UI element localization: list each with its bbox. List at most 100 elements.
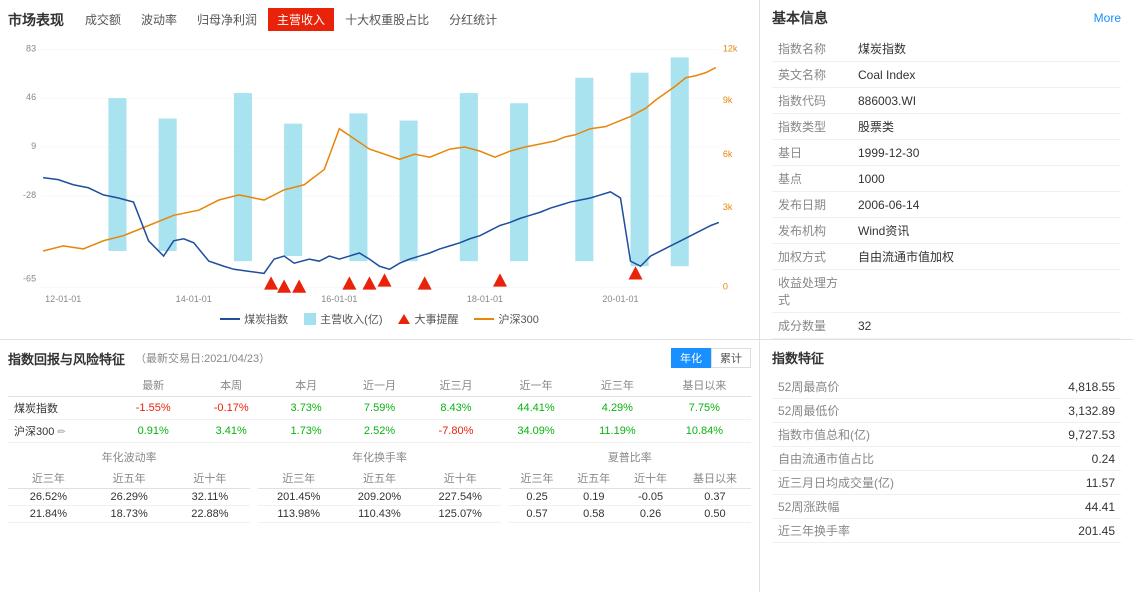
features-label: 52周最高价 [772, 375, 1011, 399]
features-label: 指数市值总和(亿) [772, 423, 1011, 447]
features-title: 指数特征 [772, 348, 1121, 367]
returns-cell: -7.80% [417, 420, 495, 443]
info-label: 成分数量 [772, 313, 852, 339]
returns-name: 沪深300 ✏ [8, 420, 114, 443]
tab-item-4[interactable]: 十大权重股占比 [336, 8, 438, 31]
vol-cell: 22.88% [170, 506, 251, 523]
legend-line-blue [220, 318, 240, 320]
toggle-cumul[interactable]: 累计 [711, 348, 751, 368]
returns-panel: 指数回报与风险特征 （最新交易日:2021/04/23） 年化 累计 最新本周本… [0, 340, 760, 592]
sharpe-header: 近十年 [622, 468, 679, 489]
legend-label-revenue: 主营收入(亿) [320, 311, 382, 327]
returns-row: 沪深300 ✏0.91%3.41%1.73%2.52%-7.80%34.09%1… [8, 420, 751, 443]
svg-text:9: 9 [31, 141, 36, 151]
features-value: 9,727.53 [1011, 423, 1121, 447]
sharpe-header: 近三年 [509, 468, 566, 489]
features-table: 52周最高价4,818.5552周最低价3,132.89指数市值总和(亿)9,7… [772, 375, 1121, 543]
info-label: 发布日期 [772, 192, 852, 218]
legend-revenue: 主营收入(亿) [304, 311, 382, 327]
returns-header-cell: 近三年 [577, 374, 658, 397]
info-label: 指数代码 [772, 88, 852, 114]
returns-header-cell [8, 374, 114, 397]
sharpe-cell: 0.26 [622, 506, 679, 523]
svg-text:14-01-01: 14-01-01 [176, 294, 212, 304]
turn-cell: 110.43% [339, 506, 420, 523]
vol-header: 近三年 [8, 468, 89, 489]
legend-triangle-red [398, 314, 410, 324]
info-value [852, 270, 1121, 313]
info-value: 886003.WI [852, 88, 1121, 114]
vol-cell: 18.73% [89, 506, 170, 523]
features-label: 近三月日均成交量(亿) [772, 471, 1011, 495]
features-row: 自由流通市值占比0.24 [772, 447, 1121, 471]
returns-cell: 4.29% [577, 397, 658, 420]
vol-header: 近十年 [170, 468, 251, 489]
sharpe-cell: 0.58 [565, 506, 622, 523]
features-value: 201.45 [1011, 519, 1121, 543]
svg-text:-28: -28 [23, 190, 36, 200]
features-label: 近三年换手率 [772, 519, 1011, 543]
info-label: 收益处理方式 [772, 270, 852, 313]
info-label: 发布机构 [772, 218, 852, 244]
returns-cell: 8.43% [417, 397, 495, 420]
svg-text:9k: 9k [723, 95, 733, 105]
svg-text:20-01-01: 20-01-01 [602, 294, 638, 304]
svg-text:18-01-01: 18-01-01 [467, 294, 503, 304]
volatility-title: 年化波动率 [8, 449, 250, 465]
svg-text:83: 83 [26, 43, 36, 53]
returns-row: 煤炭指数-1.55%-0.17%3.73%7.59%8.43%44.41%4.2… [8, 397, 751, 420]
info-panel-title: 基本信息 [772, 8, 828, 28]
toggle-annual[interactable]: 年化 [671, 348, 711, 368]
info-value: 股票类 [852, 114, 1121, 140]
legend-coal-index: 煤炭指数 [220, 311, 288, 327]
info-value: 2006-06-14 [852, 192, 1121, 218]
sharpe-cell: -0.05 [622, 489, 679, 506]
tab-item-0[interactable]: 成交额 [76, 8, 130, 31]
features-value: 0.24 [1011, 447, 1121, 471]
vol-row: 21.84%18.73%22.88% [8, 506, 250, 523]
features-label: 52周最低价 [772, 399, 1011, 423]
legend-event: 大事提醒 [398, 311, 458, 327]
returns-cell: 3.73% [270, 397, 342, 420]
svg-text:-65: -65 [23, 273, 36, 283]
features-value: 44.41 [1011, 495, 1121, 519]
tab-item-1[interactable]: 波动率 [132, 8, 186, 31]
tab-item-2[interactable]: 归母净利润 [188, 8, 266, 31]
features-value: 4,818.55 [1011, 375, 1121, 399]
info-table: 指数名称煤炭指数英文名称Coal Index指数代码886003.WI指数类型股… [772, 36, 1121, 339]
returns-header-cell: 近三月 [417, 374, 495, 397]
vol-cell: 26.29% [89, 489, 170, 506]
vol-cell: 21.84% [8, 506, 89, 523]
turn-header: 近三年 [258, 468, 339, 489]
info-label: 基点 [772, 166, 852, 192]
vol-cell: 26.52% [8, 489, 89, 506]
chart-svg: 83 46 9 -28 -65 12k 9k 6k 3k 0 [8, 37, 751, 307]
returns-cell: 0.91% [114, 420, 192, 443]
svg-text:3k: 3k [723, 202, 733, 212]
turn-cell: 201.45% [258, 489, 339, 506]
features-row: 指数市值总和(亿)9,727.53 [772, 423, 1121, 447]
features-value: 11.57 [1011, 471, 1121, 495]
turnover-section: 年化换手率 近三年近五年近十年 201.45%209.20%227.54%113… [258, 449, 500, 523]
tab-item-3[interactable]: 主营收入 [268, 8, 334, 31]
vol-header: 近五年 [89, 468, 170, 489]
info-label: 指数类型 [772, 114, 852, 140]
edit-icon[interactable]: ✏ [57, 427, 65, 438]
features-panel: 指数特征 52周最高价4,818.5552周最低价3,132.89指数市值总和(… [760, 340, 1133, 592]
tab-item-5[interactable]: 分红统计 [440, 8, 506, 31]
turn-row: 201.45%209.20%227.54% [258, 489, 500, 506]
sharpe-row: 0.570.580.260.50 [509, 506, 751, 523]
svg-text:0: 0 [723, 282, 728, 292]
info-row: 加权方式自由流通市值加权 [772, 244, 1121, 270]
sharpe-cell: 0.19 [565, 489, 622, 506]
info-label: 基日 [772, 140, 852, 166]
sharpe-title: 夏普比率 [509, 449, 751, 465]
returns-table: 最新本周本月近一月近三月近一年近三年基日以来 煤炭指数-1.55%-0.17%3… [8, 374, 751, 443]
returns-cell: -0.17% [192, 397, 270, 420]
more-link[interactable]: More [1094, 11, 1121, 25]
returns-cell: 2.52% [342, 420, 417, 443]
market-panel-header: 市场表现 成交额波动率归母净利润主营收入十大权重股占比分红统计 [8, 8, 751, 31]
vol-cell: 32.11% [170, 489, 251, 506]
legend-label-event: 大事提醒 [414, 311, 458, 327]
sharpe-cell: 0.25 [509, 489, 566, 506]
